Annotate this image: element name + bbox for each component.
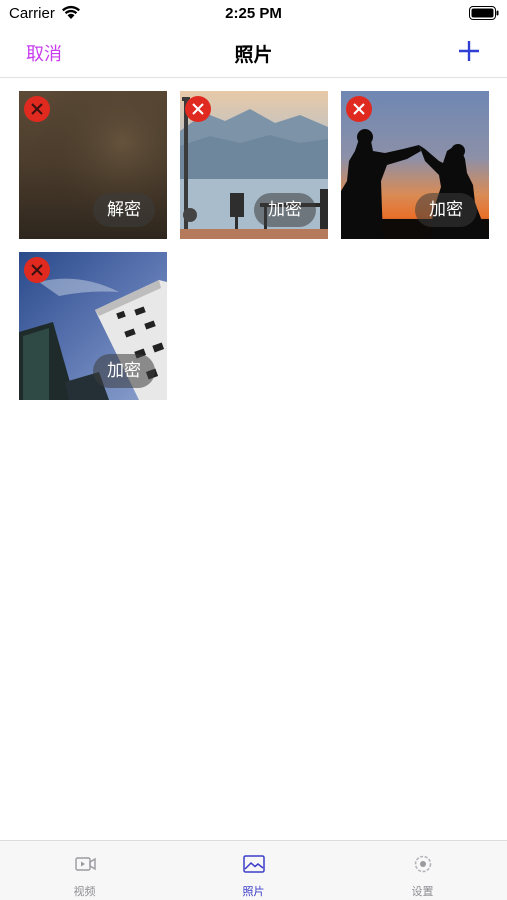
close-icon — [31, 264, 43, 276]
delete-button[interactable] — [346, 96, 372, 122]
decrypt-button[interactable]: 解密 — [93, 193, 155, 227]
tab-photos[interactable]: 照片 — [169, 841, 338, 900]
photo-icon — [243, 855, 265, 873]
delete-button[interactable] — [24, 257, 50, 283]
close-icon — [192, 103, 204, 115]
status-bar: Carrier 2:25 PM — [0, 0, 507, 28]
add-icon[interactable] — [455, 37, 483, 65]
encrypt-button[interactable]: 加密 — [415, 193, 477, 227]
video-icon — [75, 857, 96, 871]
close-icon — [353, 103, 365, 115]
tab-label: 视频 — [73, 885, 96, 898]
delete-button[interactable] — [24, 96, 50, 122]
photo-tile[interactable]: 解密 — [19, 91, 167, 239]
tab-settings[interactable]: 设置 — [338, 841, 507, 900]
settings-icon — [414, 855, 432, 873]
tab-label: 设置 — [411, 885, 434, 898]
page-title: 照片 — [234, 44, 273, 66]
cancel-button[interactable]: 取消 — [26, 40, 62, 66]
encrypt-button[interactable]: 加密 — [254, 193, 316, 227]
tab-video[interactable]: 视频 — [0, 841, 169, 900]
navigation-bar: 取消 照片 — [0, 28, 507, 78]
delete-button[interactable] — [185, 96, 211, 122]
close-icon — [31, 103, 43, 115]
encrypt-button[interactable]: 加密 — [93, 354, 155, 388]
tab-bar: 视频 照片 设置 — [0, 840, 507, 900]
tab-label: 照片 — [242, 885, 265, 898]
photo-tile[interactable]: 加密 — [180, 91, 328, 239]
battery-icon — [469, 6, 499, 20]
clock: 2:25 PM — [225, 5, 282, 22]
photo-tile[interactable]: 加密 — [341, 91, 489, 239]
photo-tile[interactable]: 加密 — [19, 252, 167, 400]
